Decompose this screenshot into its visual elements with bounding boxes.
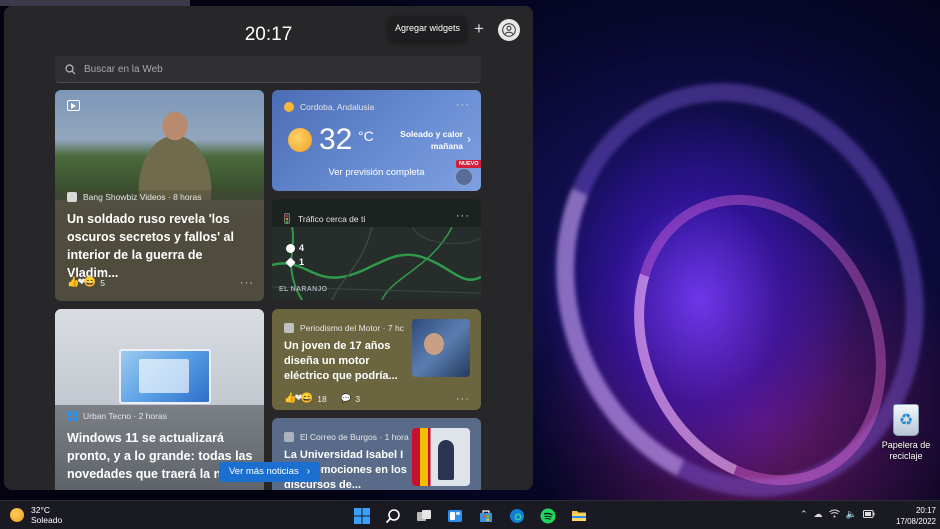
map-place-label: EL NARANJO: [279, 286, 328, 293]
volume-icon[interactable]: 🔈: [846, 509, 857, 520]
full-forecast-link[interactable]: Ver previsión completa: [272, 167, 481, 178]
task-view-button[interactable]: [414, 506, 434, 526]
add-widgets-tooltip: Agregar widgets: [389, 16, 467, 40]
sunny-icon: [288, 128, 312, 152]
chevron-up-icon[interactable]: ⌃: [800, 509, 808, 520]
taskbar-time: 20:17: [915, 506, 936, 515]
system-tray: ⌃ ☁ 🔈: [800, 509, 875, 520]
taskbar-search-button[interactable]: [383, 506, 403, 526]
widgets-panel: 20:17 Agregar widgets + Bang Showbiz Vid…: [4, 6, 533, 490]
folder-icon: [572, 511, 586, 521]
web-search-box[interactable]: [55, 56, 481, 83]
news-source: Urban Tecno · 2 horas: [67, 411, 167, 421]
reactions[interactable]: 👍 ❤ 😄 5: [67, 277, 105, 288]
taskbar-condition: Soleado: [31, 515, 63, 525]
battery-icon[interactable]: [862, 509, 875, 520]
traffic-works: 1: [285, 256, 304, 268]
more-options-button[interactable]: ···: [456, 99, 470, 111]
account-avatar-button[interactable]: [498, 19, 520, 41]
widgets-icon: [448, 510, 462, 522]
road-work-icon: [285, 256, 296, 268]
news-card-motor[interactable]: Periodismo del Motor · 7 hc Un joven de …: [272, 309, 481, 410]
laptop-image: [119, 349, 211, 404]
recycle-bin-icon: ♻: [893, 404, 919, 436]
temperature-unit: °C: [358, 128, 374, 144]
sunny-icon: [10, 508, 24, 522]
video-play-icon: [67, 100, 80, 111]
temperature: 32: [319, 123, 353, 156]
windows-logo-icon: [354, 508, 370, 524]
source-logo-icon: [284, 432, 294, 442]
search-icon: [65, 63, 76, 74]
search-input[interactable]: [84, 63, 464, 75]
news-image-motor: [412, 319, 470, 377]
new-badge: NUEVO: [456, 160, 481, 168]
start-button[interactable]: [352, 506, 372, 526]
windows-logo-icon: [67, 411, 77, 421]
traffic-light-icon: [284, 213, 290, 224]
spotify-button[interactable]: [538, 506, 558, 526]
traffic-title: Tráfico cerca de ti: [284, 213, 365, 224]
taskbar: 32°C Soleado ⌃ ☁ 🔈 20:17 17/08/2022: [0, 500, 940, 529]
search-icon: [385, 509, 400, 524]
new-feature-icon[interactable]: [455, 168, 473, 186]
taskbar-weather-button[interactable]: 32°C Soleado: [10, 505, 62, 525]
weather-widget[interactable]: Cordoba, Andalusia ··· 32 °C Soleado y c…: [272, 90, 481, 191]
taskbar-pinned-apps: [352, 506, 589, 526]
source-logo-icon: [284, 323, 294, 333]
haha-icon: 😄: [300, 393, 314, 404]
traffic-closures: 4: [286, 243, 304, 253]
sun-icon: [284, 102, 294, 112]
spotify-icon: [540, 508, 556, 524]
user-icon: [502, 23, 516, 37]
chevron-right-icon[interactable]: ›: [467, 132, 471, 146]
taskbar-temperature: 32°C: [31, 505, 50, 515]
wifi-icon[interactable]: [828, 509, 840, 520]
news-headline: Un soldado ruso revela 'los oscuros secr…: [67, 212, 234, 280]
file-explorer-button[interactable]: [569, 506, 589, 526]
taskbar-date: 17/08/2022: [895, 517, 936, 526]
task-view-icon: [417, 510, 431, 521]
news-image-windows: [55, 309, 264, 405]
chevron-right-icon: ›: [306, 466, 311, 477]
traffic-widget[interactable]: Tráfico cerca de ti ··· 4 1 EL NARANJO: [272, 199, 481, 300]
source-logo-icon: [67, 192, 77, 202]
more-options-button[interactable]: ···: [240, 277, 254, 289]
reactions[interactable]: 👍 ❤ 😄 18 💬 3: [284, 393, 360, 404]
news-source: Periodismo del Motor · 7 hc: [284, 323, 404, 333]
weather-location: Cordoba, Andalusia: [284, 102, 374, 112]
comment-icon: 💬: [340, 393, 352, 403]
road-closed-icon: [286, 243, 295, 253]
edge-icon: [510, 509, 524, 523]
recycle-bin-label: Papelera de reciclaje: [881, 440, 931, 461]
news-source: Bang Showbiz Videos · 8 horas: [67, 192, 201, 202]
microsoft-store-button[interactable]: [476, 506, 496, 526]
news-headline: Un joven de 17 años diseña un motor eléc…: [284, 340, 398, 382]
weather-condition: Soleado y calor mañana: [400, 129, 463, 151]
add-widget-button[interactable]: +: [470, 20, 488, 38]
store-icon: [480, 510, 492, 522]
taskbar-clock[interactable]: 20:17 17/08/2022: [886, 505, 936, 527]
news-image-soldier: [55, 90, 264, 200]
edge-button[interactable]: [507, 506, 527, 526]
haha-icon: 😄: [83, 277, 97, 288]
widgets-button[interactable]: [445, 506, 465, 526]
news-image-correo: [412, 428, 470, 486]
news-source: El Correo de Burgos · 1 hora: [284, 432, 409, 442]
more-options-button[interactable]: ···: [456, 210, 470, 222]
recycle-bin[interactable]: ♻ Papelera de reciclaje: [872, 404, 940, 462]
see-more-news-button[interactable]: Ver más noticias ›: [219, 462, 321, 482]
news-card-soldier[interactable]: Bang Showbiz Videos · 8 horas Un soldado…: [55, 90, 264, 301]
onedrive-icon[interactable]: ☁: [814, 509, 823, 520]
more-options-button[interactable]: ···: [456, 393, 470, 405]
